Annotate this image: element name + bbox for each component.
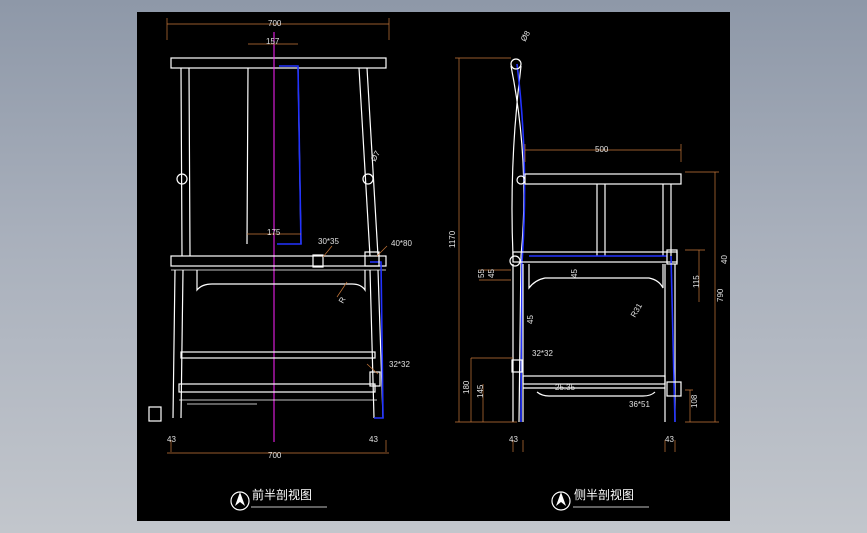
north-arrow-icon — [556, 492, 566, 506]
side-foot-rail — [523, 387, 665, 397]
front-dim-angle: Ø7 — [369, 149, 382, 163]
side-dim-legs — [512, 440, 676, 452]
side-top-joint — [510, 58, 522, 70]
cad-drawing-area[interactable]: 700 157 175 30*35 40*80 Ø7 32*32 R 43 43… — [137, 12, 730, 521]
front-dim-leg-right: 43 — [369, 435, 378, 444]
side-stretcher — [522, 375, 666, 385]
front-dim-top-width: 700 — [268, 19, 282, 28]
front-left-leg — [172, 269, 184, 419]
side-dim-seat-depth: 500 — [595, 145, 609, 154]
side-dim-slat-angle: 45 — [570, 269, 579, 278]
side-dim-stretcher-mid: 25.35 — [555, 383, 576, 392]
front-stretcher-low — [178, 383, 376, 393]
front-splat-section — [277, 65, 302, 245]
front-seat — [170, 255, 387, 267]
front-foot-marker — [148, 406, 162, 422]
side-dim-leg-left: 43 — [509, 435, 518, 444]
front-joint-right — [362, 173, 374, 185]
side-dim-rail-b: 45 — [487, 269, 496, 278]
front-foot-rail — [179, 399, 377, 405]
front-dim-joint-a: 30*35 — [318, 237, 339, 246]
side-dim-rail-a: 55 — [477, 269, 486, 278]
front-seat-edge — [171, 265, 386, 271]
front-joint-box-b — [364, 251, 380, 267]
front-view-title: 前半剖视图 — [230, 487, 327, 511]
side-front-post — [662, 184, 672, 256]
side-view: Ø8 1170 500 55 45 45 45 40 115 790 R31 3… — [448, 29, 729, 511]
front-dim-bottom-width: 700 — [268, 451, 282, 460]
side-view-title: 侧半剖视图 — [551, 487, 649, 511]
side-dim-radius: R31 — [629, 301, 644, 319]
side-dim-joint-d: 32*32 — [532, 349, 553, 358]
side-dim-40: 40 — [720, 255, 729, 264]
side-dim-115: 115 — [692, 275, 701, 288]
side-dim-145: 145 — [476, 384, 485, 398]
front-stretcher-mid — [180, 351, 376, 359]
front-dim-joint-c: 32*32 — [389, 360, 410, 369]
side-dim-leg-right: 43 — [665, 435, 674, 444]
front-leaders — [322, 245, 388, 375]
side-arm-support — [596, 184, 606, 256]
side-dim-top-circle: Ø8 — [519, 29, 532, 43]
front-dim-splat: 157 — [266, 37, 280, 46]
side-dim-180: 180 — [462, 380, 471, 394]
side-dim-790-text: 790 — [716, 288, 725, 302]
side-dim-790 — [685, 171, 719, 423]
side-seat — [512, 251, 678, 263]
front-dim-splat-bottom: 175 — [267, 228, 281, 237]
side-arm-rail — [524, 173, 682, 185]
front-dim-joint-b: 40*80 — [391, 239, 412, 248]
side-dim-108: 108 — [690, 394, 699, 408]
front-dim-leg-left: 43 — [167, 435, 176, 444]
side-seat-joint — [509, 255, 521, 267]
north-arrow-icon — [235, 492, 245, 506]
side-apron — [528, 264, 664, 290]
chair-drawing: 700 157 175 30*35 40*80 Ø7 32*32 R 43 43… — [148, 18, 729, 511]
front-view: 700 157 175 30*35 40*80 Ø7 32*32 R 43 43… — [148, 18, 412, 511]
front-apron — [196, 270, 366, 292]
side-dim-joint-e: 36*51 — [629, 400, 650, 409]
front-view-title-text: 前半剖视图 — [252, 487, 312, 502]
front-left-post — [180, 67, 191, 257]
front-top-rail — [170, 57, 387, 69]
side-view-title-text: 侧半剖视图 — [574, 487, 634, 502]
front-joint-box-a — [312, 254, 324, 268]
side-dim-total — [455, 57, 517, 423]
front-dim-r: R — [337, 295, 348, 305]
side-dim-rail-c: 45 — [526, 315, 535, 324]
side-dim-total-height: 1170 — [448, 230, 457, 248]
